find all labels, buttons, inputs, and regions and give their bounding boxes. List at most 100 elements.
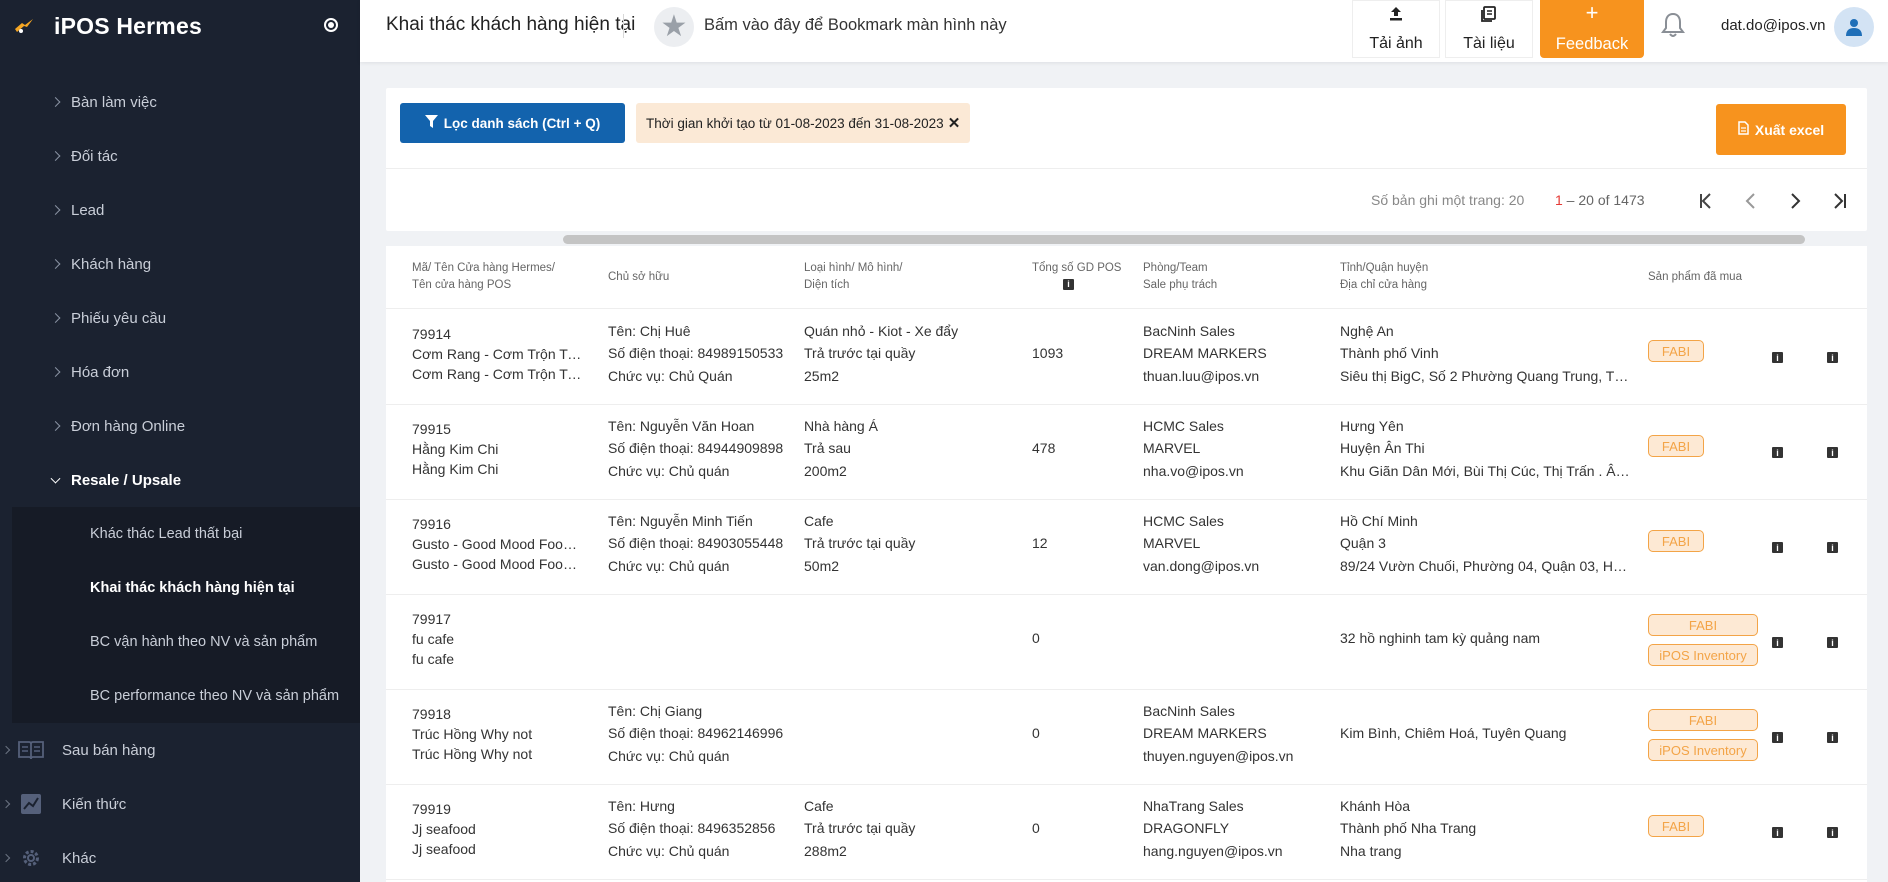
sidebar-item-resale-upsale[interactable]: Resale / Upsale xyxy=(0,453,360,507)
book-icon xyxy=(18,739,44,761)
cell-owner-phone: Số điện thoại: 8496352856 xyxy=(608,820,776,836)
cell-owner-phone: Số điện thoại: 84989150533 xyxy=(608,345,784,361)
brand[interactable]: iPOS Hermes xyxy=(0,0,360,52)
sidebar-item-hoa-don[interactable]: Hóa đơn xyxy=(0,345,360,399)
first-page-icon[interactable] xyxy=(1690,184,1724,218)
sidebar-item-sau-ban-hang[interactable]: Sau bán hàng xyxy=(0,723,360,777)
info-icon[interactable]: i xyxy=(1827,637,1838,648)
chevron-right-icon xyxy=(50,151,61,161)
sidebar-toggle-icon[interactable] xyxy=(324,18,338,32)
sidebar-item-khac[interactable]: Khác xyxy=(0,831,360,882)
close-icon[interactable]: ✕ xyxy=(948,114,961,132)
sidebar-item-label: Hóa đơn xyxy=(71,363,130,381)
cell-pos-count: 478 xyxy=(1032,440,1056,456)
header-pos: Tổng số GD POS i xyxy=(1032,260,1121,290)
sidebar-item-doi-tac[interactable]: Đối tác xyxy=(0,129,360,183)
user-avatar-icon[interactable] xyxy=(1834,7,1874,47)
cell-owner-name: Tên: Chị Huê xyxy=(608,323,691,339)
info-icon[interactable]: i xyxy=(1772,827,1783,838)
cell-store-code: 79915 xyxy=(412,421,451,437)
bookmark-star-icon[interactable]: ★ xyxy=(654,7,694,47)
filter-list-button[interactable]: Lọc danh sách (Ctrl + Q) xyxy=(400,103,625,143)
cell-team-name: DRAGONFLY xyxy=(1143,820,1230,836)
feedback-button[interactable]: + Feedback xyxy=(1540,0,1644,58)
filter-chip-text: Thời gian khởi tạo từ 01-08-2023 đến 31-… xyxy=(646,115,944,131)
bookmark-link[interactable]: Bấm vào đây để Bookmark màn hình này xyxy=(704,16,1007,35)
info-icon[interactable]: i xyxy=(1772,352,1783,363)
chevron-right-icon xyxy=(1,799,11,809)
table-row[interactable]: 79919 Jj seafood Jj seafood Tên: Hưng Số… xyxy=(386,784,1867,880)
sidebar-subitem-bc-van-hanh[interactable]: BC vận hành theo NV và sản phẩm xyxy=(12,615,360,669)
top-header: Khai thác khách hàng hiện tại ★ Bấm vào … xyxy=(360,0,1888,62)
cell-owner-role: Chức vụ: Chủ Quán xyxy=(608,368,733,384)
info-icon[interactable]: i xyxy=(1772,732,1783,743)
cell-area: 50m2 xyxy=(804,558,840,574)
cell-team: BacNinh Sales xyxy=(1143,323,1235,339)
filter-icon xyxy=(424,115,438,131)
bell-icon[interactable] xyxy=(1661,12,1685,38)
info-icon[interactable]: i xyxy=(1827,827,1838,838)
product-tag-fabi: FABI xyxy=(1648,530,1704,552)
info-icon[interactable]: i xyxy=(1827,447,1838,458)
info-icon[interactable]: i xyxy=(1772,447,1783,458)
table-row[interactable]: 79917 fu cafe fu cafe 0 32 hồ nghinh tam… xyxy=(386,594,1867,690)
info-icon[interactable]: i xyxy=(1827,732,1838,743)
cell-address: Nha trang xyxy=(1340,843,1402,859)
sidebar-item-label: Kiến thức xyxy=(62,795,127,813)
cell-sale-email: hang.nguyen@ipos.vn xyxy=(1143,843,1283,859)
product-tag-fabi: FABI xyxy=(1648,815,1704,837)
cell-type: Quán nhỏ - Kiot - Xe đẩy xyxy=(804,323,959,339)
sidebar-subitem-lead-that-bai[interactable]: Khác thác Lead thất bại xyxy=(12,507,360,561)
prev-page-icon[interactable] xyxy=(1734,184,1768,218)
upload-image-button[interactable]: Tải ảnh xyxy=(1352,0,1440,58)
product-tag-ipos-inventory: iPOS Inventory xyxy=(1648,739,1758,761)
info-icon[interactable]: i xyxy=(1063,279,1074,290)
header-store-line2: Tên cửa hàng POS xyxy=(412,279,512,291)
cell-team-name: DREAM MARKERS xyxy=(1143,345,1267,361)
export-excel-button[interactable]: Xuất excel xyxy=(1716,104,1846,155)
sidebar-subitem-khai-thac-khach-hang[interactable]: Khai thác khách hàng hiện tại xyxy=(12,561,360,615)
cell-team: NhaTrang Sales xyxy=(1143,798,1244,814)
info-icon[interactable]: i xyxy=(1772,542,1783,553)
info-icon[interactable]: i xyxy=(1827,542,1838,553)
documents-button[interactable]: Tài liệu xyxy=(1445,0,1533,58)
header-team-line1: Phòng/Team xyxy=(1143,262,1208,274)
sidebar: iPOS Hermes Bàn làm việc Đối tác Lead Kh… xyxy=(0,0,360,882)
sidebar-item-label: Resale / Upsale xyxy=(71,471,182,489)
sidebar-subitem-bc-performance[interactable]: BC performance theo NV và sản phẩm xyxy=(12,669,360,723)
cell-store-code: 79919 xyxy=(412,801,451,817)
cell-team: HCMC Sales xyxy=(1143,418,1224,434)
product-tag-fabi: FABI xyxy=(1648,340,1704,362)
cell-sale-email: nha.vo@ipos.vn xyxy=(1143,463,1244,479)
info-icon[interactable]: i xyxy=(1827,352,1838,363)
sidebar-item-lead[interactable]: Lead xyxy=(0,183,360,237)
next-page-icon[interactable] xyxy=(1778,184,1812,218)
page-size-selector[interactable]: Số bản ghi một trang: 20 xyxy=(1371,192,1524,208)
cell-payment: Trả trước tại quầy xyxy=(804,345,916,361)
header-location: Tỉnh/Quận huyện Địa chỉ cửa hàng xyxy=(1340,260,1428,294)
cell-owner-name: Tên: Nguyễn Minh Tiến xyxy=(608,513,753,529)
sidebar-item-kien-thuc[interactable]: Kiến thức xyxy=(0,777,360,831)
cell-store-name: fu cafe xyxy=(412,631,455,647)
cell-payment: Trả trước tại quầy xyxy=(804,535,916,551)
sidebar-item-khach-hang[interactable]: Khách hàng xyxy=(0,237,360,291)
horizontal-scrollbar[interactable] xyxy=(563,235,1805,244)
cell-type: Cafe xyxy=(804,798,834,814)
info-icon[interactable]: i xyxy=(1772,637,1783,648)
customer-table: Mã/ Tên Cửa hàng Hermes/Tên cửa hàng POS… xyxy=(386,246,1867,882)
header-type-line2: Diện tích xyxy=(804,279,850,291)
product-tag-fabi: FABI xyxy=(1648,614,1758,636)
user-email[interactable]: dat.do@ipos.vn xyxy=(1721,17,1825,34)
table-row[interactable]: 79915 Hằng Kim Chi Hằng Kim Chi Tên: Ngu… xyxy=(386,404,1867,500)
sidebar-item-don-hang-online[interactable]: Đơn hàng Online xyxy=(0,399,360,453)
last-page-icon[interactable] xyxy=(1822,184,1856,218)
cell-owner-phone: Số điện thoại: 84962146996 xyxy=(608,725,784,741)
chevron-right-icon xyxy=(50,421,61,431)
table-row[interactable]: 79916 Gusto - Good Mood Food -... Gusto … xyxy=(386,499,1867,595)
header-divider xyxy=(623,14,624,38)
sidebar-item-ban-lam-viec[interactable]: Bàn làm việc xyxy=(0,75,360,129)
sidebar-item-label: Đối tác xyxy=(71,147,118,165)
sidebar-item-phieu-yeu-cau[interactable]: Phiếu yêu cầu xyxy=(0,291,360,345)
table-row[interactable]: 79914 Cơm Rang - Cơm Trộn Trê... Cơm Ran… xyxy=(386,309,1867,405)
table-row[interactable]: 79918 Trúc Hồng Why not Trúc Hồng Why no… xyxy=(386,689,1867,785)
